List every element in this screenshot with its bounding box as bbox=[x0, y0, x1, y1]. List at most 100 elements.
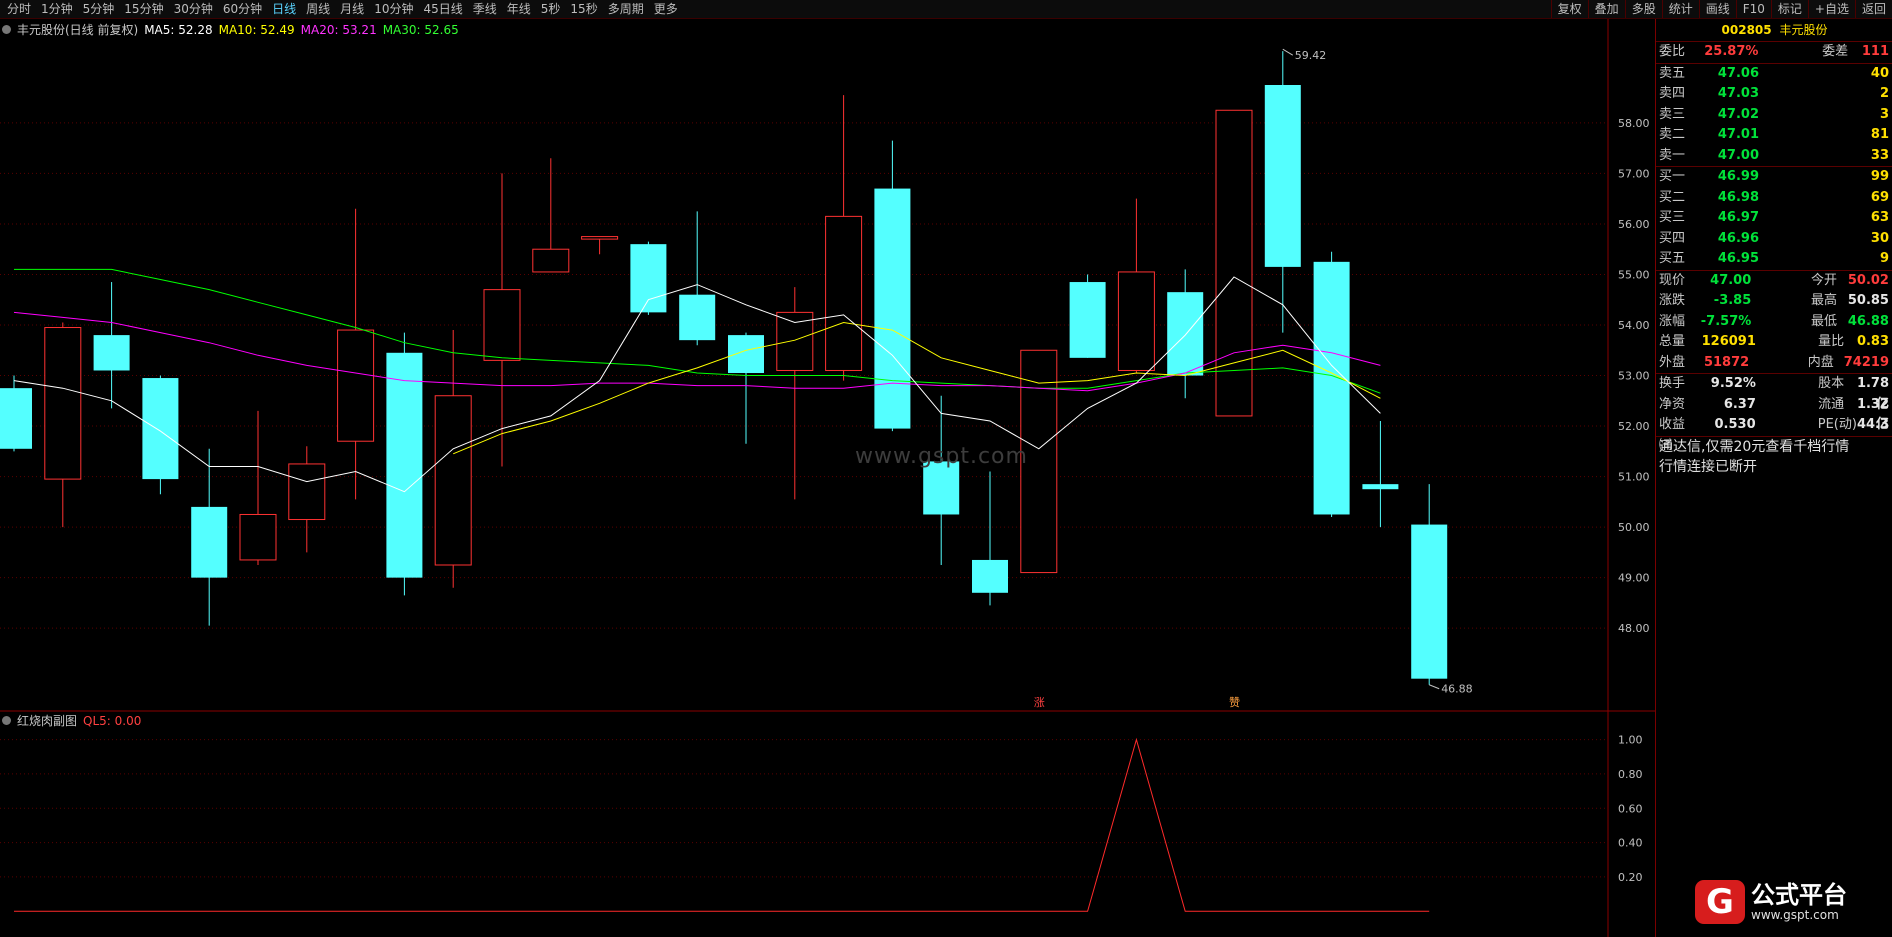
period-tab-1[interactable]: 1分钟 bbox=[36, 0, 78, 18]
stat-value: 6.37 bbox=[1723, 396, 1756, 412]
stock-code: 002805 bbox=[1721, 23, 1772, 37]
sub-legend-toggle-icon[interactable] bbox=[2, 716, 11, 725]
bid-row[interactable]: 买一 46.99 99 bbox=[1656, 167, 1892, 188]
bid-row[interactable]: 买三 46.97 63 bbox=[1656, 208, 1892, 229]
row-volume: 99 bbox=[1870, 169, 1889, 184]
period-tab-9[interactable]: 10分钟 bbox=[369, 0, 418, 18]
webi-value: 25.87% bbox=[1704, 44, 1759, 59]
bid-row[interactable]: 买五 46.95 9 bbox=[1656, 249, 1892, 270]
period-tab-4[interactable]: 30分钟 bbox=[169, 0, 218, 18]
toolbar-button-0[interactable]: 复权 bbox=[1550, 0, 1588, 18]
stock-header[interactable]: 002805 丰元股份 bbox=[1656, 19, 1892, 42]
row-label: 卖五 bbox=[1659, 65, 1686, 81]
period-tab-6[interactable]: 日线 bbox=[267, 0, 301, 18]
quote-sidebar: 002805 丰元股份 委比 25.87% 委差 111 卖五 47.06 40 卖四… bbox=[1655, 19, 1892, 937]
bid-row[interactable]: 买二 46.98 69 bbox=[1656, 188, 1892, 209]
notice-text[interactable]: 通达信,仅需20元查看千档行情 bbox=[1656, 437, 1892, 457]
stat-label-2: 量比 bbox=[1818, 334, 1845, 349]
y-tick-label: 57.00 bbox=[1618, 167, 1650, 180]
period-tab-14[interactable]: 15秒 bbox=[565, 0, 602, 18]
toolbar-button-5[interactable]: F10 bbox=[1735, 0, 1771, 18]
y-tick-label: 55.00 bbox=[1618, 268, 1650, 281]
stat-value-2: 74219 bbox=[1843, 354, 1889, 370]
toolbar-button-8[interactable]: 返回 bbox=[1854, 0, 1892, 18]
stat-value-2: 0.83 bbox=[1856, 334, 1890, 349]
period-tab-7[interactable]: 周线 bbox=[301, 0, 335, 18]
stat-value: -3.85 bbox=[1713, 293, 1752, 308]
period-tab-12[interactable]: 年线 bbox=[502, 0, 536, 18]
candle-body-down bbox=[1264, 85, 1301, 267]
period-tab-5[interactable]: 60分钟 bbox=[218, 0, 267, 18]
candle-body-down bbox=[923, 461, 960, 515]
webi-row: 委比 25.87% 委差 111 bbox=[1656, 42, 1892, 63]
high-label: 59.42 bbox=[1295, 49, 1327, 62]
row-label: 卖三 bbox=[1659, 106, 1686, 122]
legend-ma30: MA30: 52.65 bbox=[382, 22, 459, 37]
stat-label-2: 今开 bbox=[1810, 272, 1837, 288]
bid-row[interactable]: 买四 46.96 30 bbox=[1656, 229, 1892, 250]
candle-body-up bbox=[44, 327, 82, 480]
stat-label: 外盘 bbox=[1659, 354, 1686, 370]
row-price: 47.00 bbox=[1717, 147, 1759, 163]
row-price: 47.01 bbox=[1717, 127, 1759, 142]
period-tab-2[interactable]: 5分钟 bbox=[78, 0, 120, 18]
sub-y-tick-label: 0.40 bbox=[1618, 837, 1643, 850]
row-volume: 69 bbox=[1870, 189, 1889, 205]
row-price: 46.97 bbox=[1717, 210, 1759, 225]
stat-label-2: 股本 bbox=[1818, 376, 1845, 391]
toolbar-button-1[interactable]: 叠加 bbox=[1587, 0, 1625, 18]
stat-row: 涨跌 -3.85 最高 50.85 bbox=[1656, 291, 1892, 312]
fundamental-row: 净资 6.37 流通 1.32亿 bbox=[1656, 395, 1892, 433]
weicha-label: 委差 bbox=[1822, 44, 1849, 59]
row-price: 47.06 bbox=[1717, 65, 1759, 81]
logo-g-icon: G bbox=[1695, 880, 1745, 924]
ask-row[interactable]: 卖四 47.03 2 bbox=[1656, 84, 1892, 105]
candle-body-down bbox=[630, 244, 667, 313]
toolbar-button-3[interactable]: 统计 bbox=[1661, 0, 1699, 18]
row-volume: 33 bbox=[1870, 147, 1889, 163]
legend-ma10: MA10: 52.49 bbox=[218, 22, 295, 37]
connection-status: 行情连接已断开 bbox=[1659, 458, 1757, 475]
period-tab-10[interactable]: 45日线 bbox=[418, 0, 467, 18]
period-tab-11[interactable]: 季线 bbox=[468, 0, 502, 18]
stat-label-2: 最低 bbox=[1810, 313, 1837, 329]
sub-legend-title: 红烧肉副图 bbox=[17, 714, 78, 728]
toolbar-button-2[interactable]: 多股 bbox=[1624, 0, 1662, 18]
period-tab-0[interactable]: 分时 bbox=[2, 0, 36, 18]
row-price: 46.95 bbox=[1717, 251, 1759, 266]
y-tick-label: 48.00 bbox=[1618, 622, 1650, 635]
toolbar-button-6[interactable]: 标记 bbox=[1770, 0, 1808, 18]
y-tick-label: 51.00 bbox=[1618, 471, 1650, 484]
weicha-value: 111 bbox=[1861, 44, 1889, 59]
sub-legend: 红烧肉副图 QL5: 0.00 bbox=[2, 712, 147, 729]
right-toolbar: 复权 叠加 多股 统计 画线 F10 标记 +自选 返回 bbox=[1550, 0, 1892, 18]
candlestick-chart[interactable]: 58.00 57.00 56.00 55.00 54.00 53.00 52.00 51.00… bbox=[0, 19, 1655, 937]
period-tab-3[interactable]: 15分钟 bbox=[119, 0, 168, 18]
stat-label: 涨跌 bbox=[1659, 293, 1686, 308]
stat-label: 换手 bbox=[1659, 376, 1686, 391]
period-tab-8[interactable]: 月线 bbox=[335, 0, 369, 18]
ask-row[interactable]: 卖一 47.00 33 bbox=[1656, 146, 1892, 167]
legend-toggle-icon[interactable] bbox=[2, 25, 11, 34]
ql5-line bbox=[14, 737, 1430, 912]
candle-body-up bbox=[532, 248, 570, 273]
toolbar-button-4[interactable]: 画线 bbox=[1698, 0, 1736, 18]
period-tab-16[interactable]: 更多 bbox=[649, 0, 683, 18]
period-tab-15[interactable]: 多周期 bbox=[603, 0, 649, 18]
row-volume: 40 bbox=[1870, 65, 1889, 81]
low-pointer bbox=[1429, 684, 1440, 690]
period-tab-13[interactable]: 5秒 bbox=[536, 0, 566, 18]
ask-row[interactable]: 卖五 47.06 40 bbox=[1656, 64, 1892, 85]
y-tick-label: 56.00 bbox=[1618, 218, 1650, 231]
row-label: 买三 bbox=[1659, 210, 1686, 225]
stat-label: 净资 bbox=[1659, 396, 1686, 412]
stat-value: 9.52% bbox=[1710, 376, 1756, 391]
row-label: 买四 bbox=[1659, 230, 1686, 246]
ask-row[interactable]: 卖三 47.02 3 bbox=[1656, 105, 1892, 126]
toolbar-button-7[interactable]: +自选 bbox=[1807, 0, 1855, 18]
row-volume: 9 bbox=[1879, 251, 1889, 266]
ask-row[interactable]: 卖二 47.01 81 bbox=[1656, 125, 1892, 146]
stat-label: 总量 bbox=[1659, 334, 1686, 349]
y-tick-label: 50.00 bbox=[1618, 521, 1650, 534]
row-price: 46.96 bbox=[1717, 230, 1759, 246]
